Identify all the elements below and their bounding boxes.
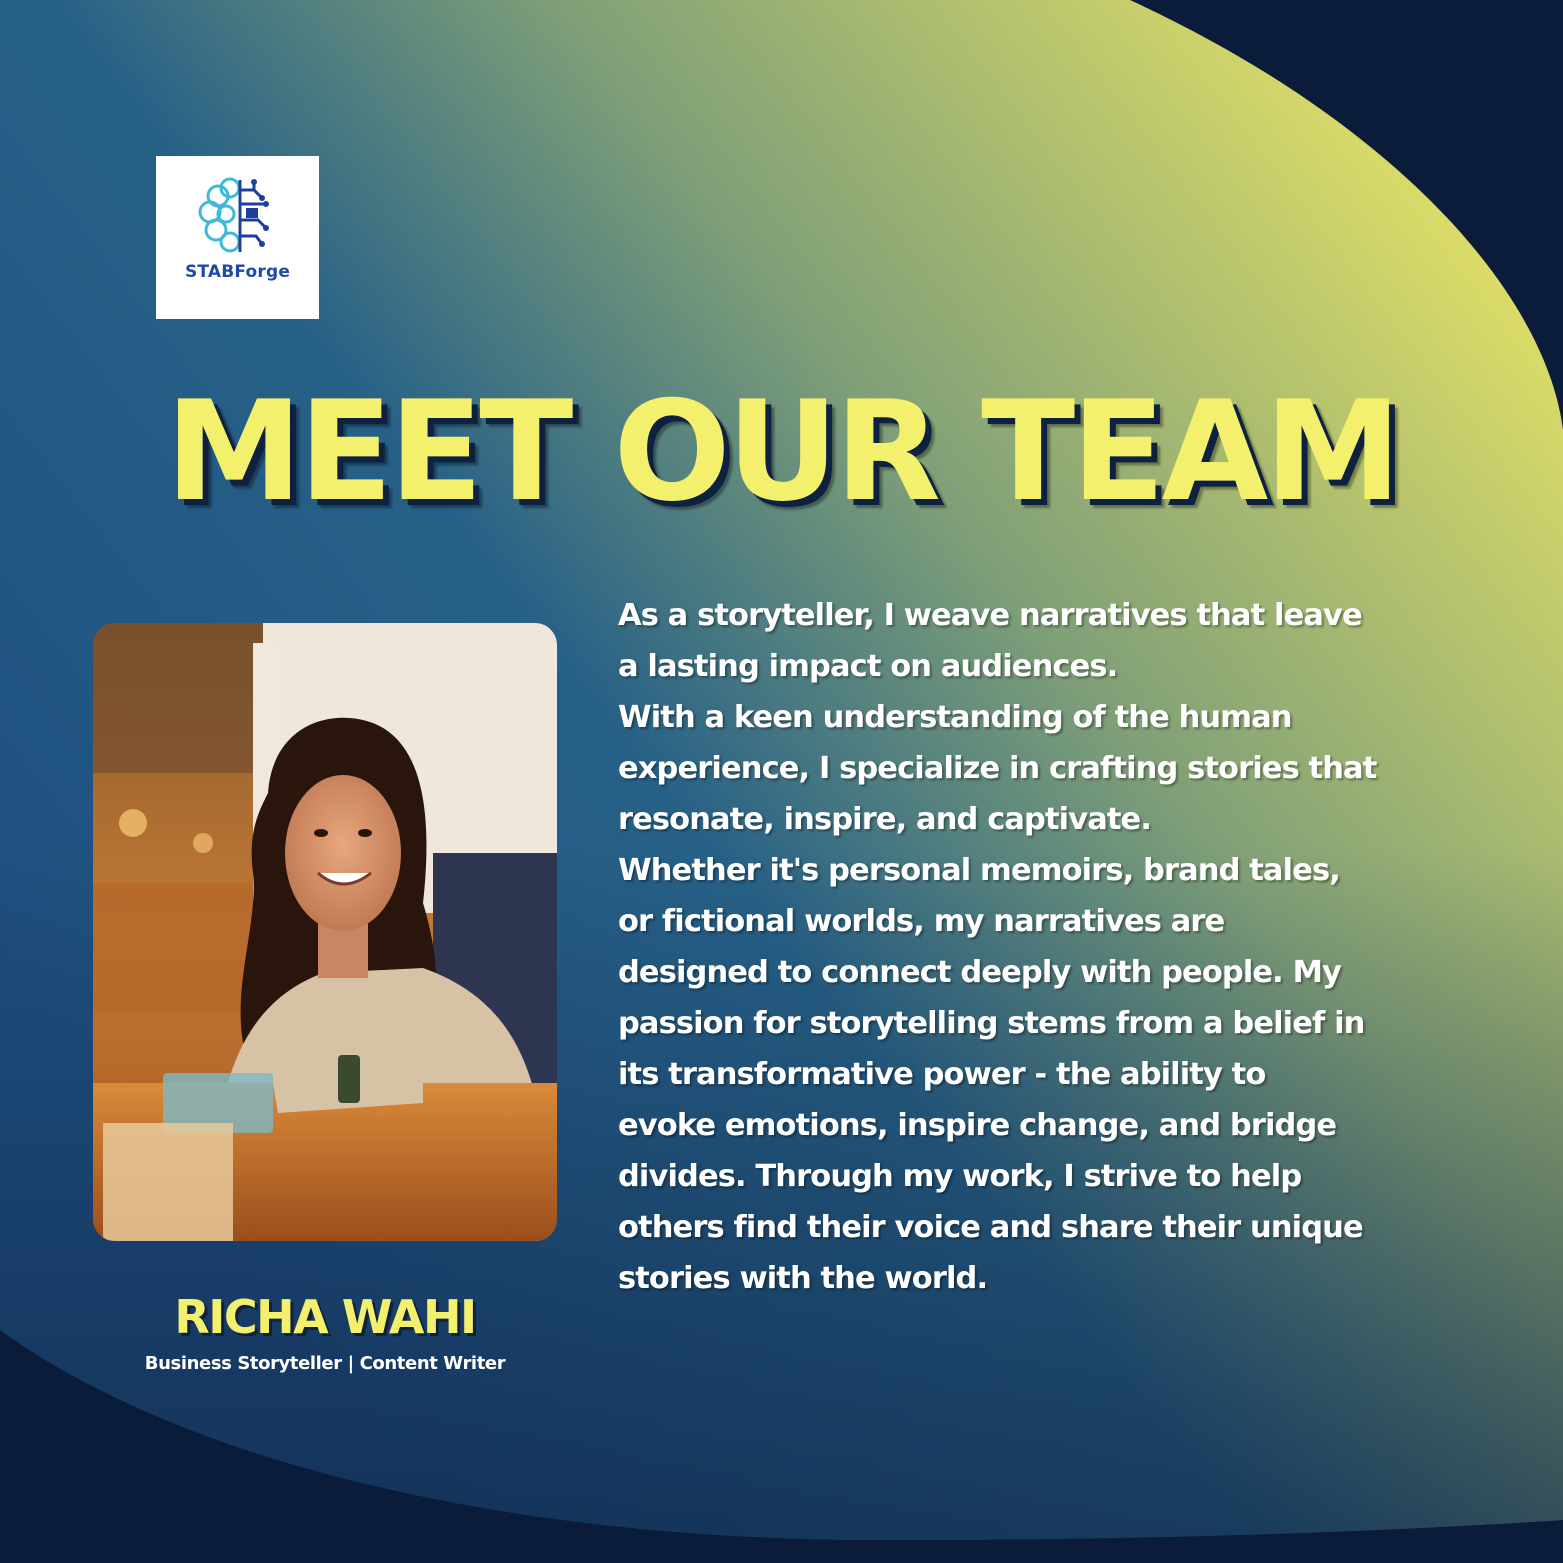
brand-logo-card: STABForge	[156, 156, 319, 319]
bio-line: designed to connect deeply with people. …	[618, 955, 1342, 990]
bio-line: With a keen understanding of the human	[618, 700, 1292, 735]
member-role: Business Storyteller | Content Writer	[144, 1353, 506, 1374]
member-name: RICHA WAHI	[174, 1290, 477, 1344]
member-bio: As a storyteller, I weave narratives tha…	[618, 590, 1418, 1304]
bio-line: Whether it's personal memoirs, brand tal…	[618, 853, 1341, 888]
portrait-photo	[93, 623, 557, 1241]
bio-line: As a storyteller, I weave narratives tha…	[618, 598, 1363, 633]
bio-line: experience, I specialize in crafting sto…	[618, 751, 1377, 786]
bio-line: evoke emotions, inspire change, and brid…	[618, 1108, 1337, 1143]
page-title: MEET OUR TEAM	[165, 371, 1401, 532]
bio-line: a lasting impact on audiences.	[618, 649, 1118, 684]
bio-line: divides. Through my work, I strive to he…	[618, 1159, 1302, 1194]
brain-circuit-icon	[198, 177, 269, 253]
bio-line: or fictional worlds, my narratives are	[618, 904, 1225, 939]
bio-line: stories with the world.	[618, 1261, 988, 1296]
bio-line: passion for storytelling stems from a be…	[618, 1006, 1365, 1041]
bio-line: resonate, inspire, and captivate.	[618, 802, 1152, 837]
bio-line: its transformative power - the ability t…	[618, 1057, 1266, 1092]
brand-name: STABForge	[184, 262, 291, 282]
bio-line: others find their voice and share their …	[618, 1210, 1364, 1245]
